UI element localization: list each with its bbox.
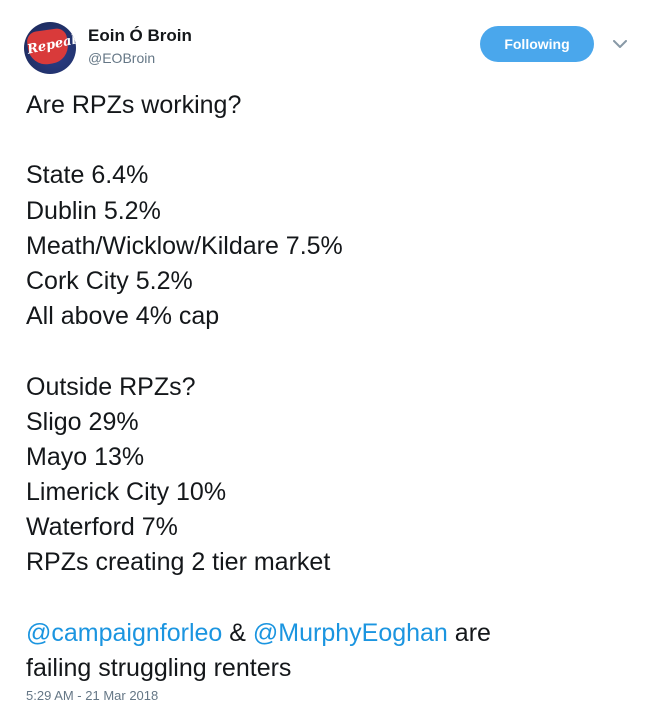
- closing-after-mention: are: [447, 618, 491, 647]
- outside-line: Sligo 29%: [26, 407, 139, 436]
- outside-line: Limerick City 10%: [26, 478, 227, 507]
- closing-line: @campaignforleo & @MurphyEoghan are: [26, 616, 626, 651]
- rpz-line: Cork City 5.2%: [26, 266, 193, 295]
- mention-link-campaignforleo[interactable]: @campaignforleo: [26, 619, 222, 647]
- rpz-line: Dublin 5.2%: [26, 196, 161, 225]
- rpz-line: Meath/Wicklow/Kildare 7.5%: [26, 231, 343, 260]
- rpz-line: State 6.4%: [26, 161, 149, 190]
- outside-heading: Outside RPZs?: [26, 372, 196, 401]
- tweet-heading: Are RPZs working?: [26, 91, 242, 119]
- outside-line: Waterford 7%: [26, 513, 178, 542]
- author-name[interactable]: Eoin Ó Broin: [88, 26, 192, 46]
- tweet-timestamp[interactable]: 5:29 AM - 21 Mar 2018: [26, 688, 158, 703]
- following-button[interactable]: Following: [480, 26, 594, 62]
- avatar[interactable]: Repeal: [24, 22, 76, 74]
- mention-link-murphyeoghan[interactable]: @MurphyEoghan: [253, 619, 448, 647]
- closing-connector: &: [222, 618, 253, 647]
- outside-line: Mayo 13%: [26, 442, 145, 471]
- outside-line: RPZs creating 2 tier market: [26, 548, 331, 577]
- rpz-line: All above 4% cap: [26, 302, 220, 331]
- tweet-card: Repeal Eoin Ó Broin @EOBroin Following A…: [0, 0, 650, 710]
- author-handle[interactable]: @EOBroin: [88, 50, 155, 66]
- chevron-down-icon[interactable]: [610, 34, 630, 54]
- closing-line-2: failing struggling renters: [26, 654, 292, 682]
- tweet-text: Are RPZs working? State 6.4% Dublin 5.2%…: [26, 88, 626, 686]
